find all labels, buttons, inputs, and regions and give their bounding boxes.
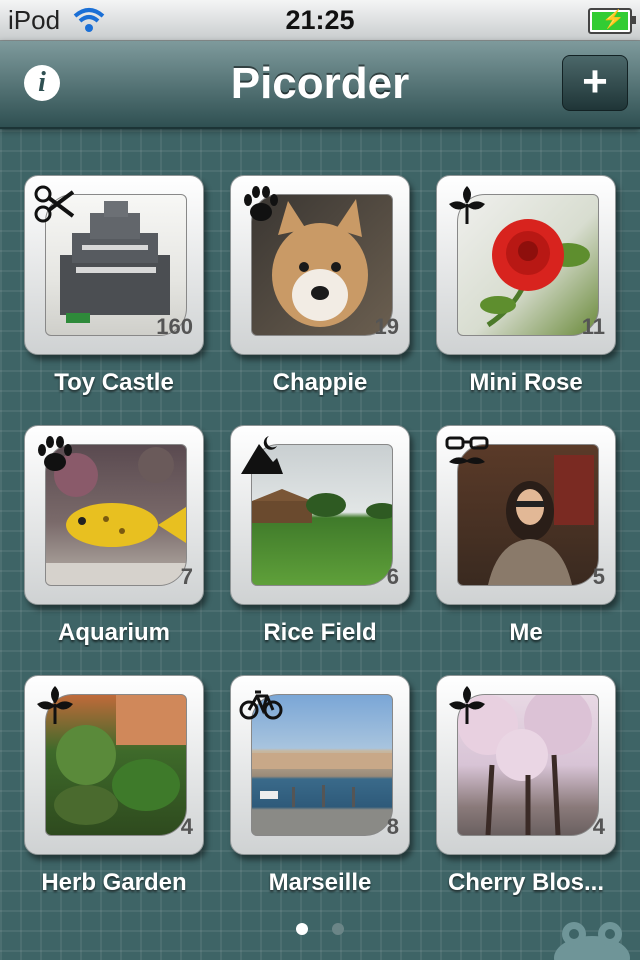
photo-count: 6 [386,564,399,589]
photo-count: 4 [180,814,193,839]
photo-count: 7 [180,564,193,589]
album-tile-rice-field[interactable]: 6 Rice Field [230,425,410,646]
album-title: Cherry Blos... [447,869,605,896]
album-tile-herb-garden[interactable]: 4 Herb Garden [24,675,204,896]
album-tile-aquarium[interactable]: 7 Aquarium [24,425,204,646]
add-album-button[interactable]: + [562,55,628,111]
scissors-icon [34,185,75,223]
page-indicator[interactable] [0,922,640,940]
leaf-icon [37,686,73,724]
album-title: Toy Castle [54,369,174,396]
album-tile-toy-castle[interactable]: 160 Toy Castle [24,175,204,396]
album-title: Marseille [268,869,372,896]
photo-count: 11 [581,314,605,339]
album-title: Chappie [272,369,368,396]
app-title: Picorder [230,59,410,108]
navigation-bar: i Picorder + [0,41,640,129]
photo-count: 5 [592,564,605,589]
paw-icon [38,436,72,471]
mountain-moon-icon [241,436,283,474]
album-title: Me [509,619,543,646]
bicycle-icon [239,690,283,720]
leaf-icon [449,686,485,724]
clock: 21:25 [285,5,355,35]
photo-count: 160 [156,314,193,339]
album-tile-chappie[interactable]: 19 Chappie [230,175,410,396]
photo-count: 8 [386,814,399,839]
frog-mascot-icon [554,922,630,960]
glasses-mustache-icon [445,436,489,464]
album-tile-marseille[interactable]: 8 Marseille [230,675,410,896]
photo-count: 4 [592,814,605,839]
album-title: Rice Field [263,619,377,646]
album-title: Mini Rose [469,369,583,396]
album-tile-mini-rose[interactable]: 11 Mini Rose [436,175,616,396]
album-title: Aquarium [57,619,170,646]
paw-icon [244,186,278,221]
battery-icon: ⚡ [588,8,636,34]
album-tile-cherry-blossom[interactable]: 4 Cherry Blos... [436,675,616,896]
page-dot-active[interactable] [295,923,308,935]
page-dot[interactable] [332,923,345,935]
album-title: Herb Garden [41,869,187,896]
status-bar: iPod 21:25 ⚡ [0,0,640,41]
album-tile-me[interactable]: 5 Me [436,425,616,646]
leaf-icon [449,186,485,224]
photo-count: 19 [374,314,399,339]
